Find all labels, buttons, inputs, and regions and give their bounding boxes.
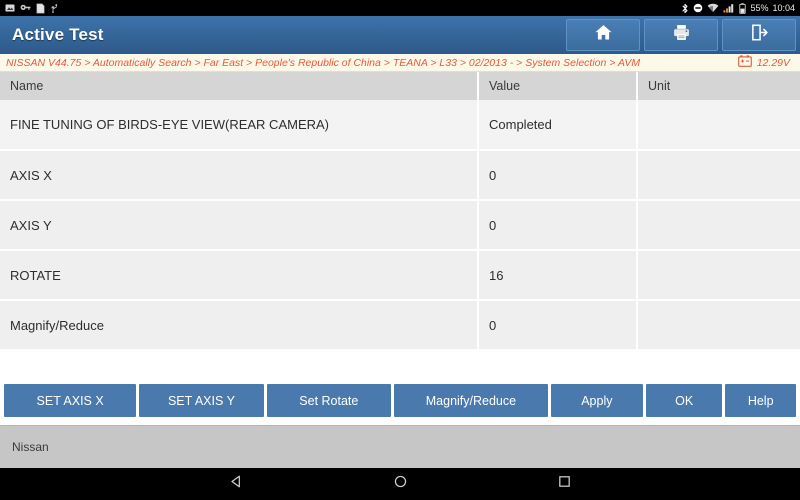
cell-name: AXIS X <box>0 150 479 201</box>
tablet-screen: 55% 10:04 Active Test NISSAN V44.75 > Au… <box>0 0 800 500</box>
set-rotate-button[interactable]: Set Rotate <box>266 384 392 417</box>
nav-recents-key[interactable] <box>547 471 581 497</box>
android-status-bar: 55% 10:04 <box>0 0 800 16</box>
home-icon <box>594 23 613 47</box>
cell-value: 0 <box>478 300 638 351</box>
table-body: FINE TUNING OF BIRDS-EYE VIEW(REAR CAMER… <box>0 100 800 351</box>
printer-icon <box>672 23 691 47</box>
square-icon <box>557 474 572 494</box>
table-row[interactable]: AXIS Y 0 <box>0 200 800 251</box>
voltage-indicator: 12.29V <box>737 54 794 72</box>
wifi-icon <box>707 3 719 13</box>
app-title-bar: Active Test <box>0 16 800 54</box>
column-header-name: Name <box>0 72 479 100</box>
do-not-disturb-icon <box>693 3 703 13</box>
home-button[interactable] <box>566 19 640 51</box>
cell-value: 16 <box>478 250 638 301</box>
cell-unit <box>637 100 800 151</box>
android-navigation-bar <box>0 468 800 500</box>
cell-unit <box>637 150 800 201</box>
bluetooth-icon <box>681 3 689 14</box>
breadcrumb-path: NISSAN V44.75 > Automatically Search > F… <box>6 56 641 69</box>
table-row[interactable]: FINE TUNING OF BIRDS-EYE VIEW(REAR CAMER… <box>0 100 800 151</box>
clock-label: 10:04 <box>772 2 795 13</box>
status-footer: Nissan <box>0 425 800 468</box>
table-row[interactable]: AXIS X 0 <box>0 150 800 201</box>
active-test-table: Name Value Unit FINE TUNING OF BIRDS-EYE… <box>0 72 800 351</box>
cell-value: 0 <box>478 150 638 201</box>
cell-value: Completed <box>478 100 638 151</box>
set-axis-x-button[interactable]: SET AXIS X <box>4 384 137 417</box>
magnify-reduce-button[interactable]: Magnify/Reduce <box>394 384 548 417</box>
nav-home-key[interactable] <box>383 471 417 497</box>
cell-name: ROTATE <box>0 250 479 301</box>
breadcrumb: NISSAN V44.75 > Automatically Search > F… <box>0 54 800 72</box>
ok-button[interactable]: OK <box>645 384 723 417</box>
cell-name: AXIS Y <box>0 200 479 251</box>
nav-back-key[interactable] <box>219 471 253 497</box>
cell-value: 0 <box>478 200 638 251</box>
vehicle-make-label: Nissan <box>12 440 49 454</box>
help-button[interactable]: Help <box>725 384 796 417</box>
active-test-table-container: Name Value Unit FINE TUNING OF BIRDS-EYE… <box>0 72 800 353</box>
triangle-left-icon <box>229 474 244 494</box>
action-button-bar: SET AXIS X SET AXIS Y Set Rotate Magnify… <box>0 384 800 417</box>
page-title: Active Test <box>12 25 104 44</box>
usb-icon <box>50 3 61 13</box>
title-bar-actions <box>566 19 796 51</box>
car-battery-icon <box>737 54 752 72</box>
cell-unit <box>637 250 800 301</box>
apply-button[interactable]: Apply <box>550 384 643 417</box>
battery-icon <box>739 2 747 14</box>
table-header-row: Name Value Unit <box>0 72 800 100</box>
cell-unit <box>637 300 800 351</box>
status-bar-right-icons: 55% 10:04 <box>681 2 795 14</box>
cell-name: Magnify/Reduce <box>0 300 479 351</box>
voltage-value: 12.29V <box>756 56 790 69</box>
table-row[interactable]: ROTATE 16 <box>0 250 800 301</box>
screenshot-icon <box>5 3 15 13</box>
cellular-signal-icon <box>723 3 735 13</box>
sim-card-icon <box>36 3 45 14</box>
print-button[interactable] <box>644 19 718 51</box>
cell-name: FINE TUNING OF BIRDS-EYE VIEW(REAR CAMER… <box>0 100 479 151</box>
table-row[interactable]: Magnify/Reduce 0 <box>0 300 800 351</box>
battery-percent-label: 55% <box>750 2 769 13</box>
cell-unit <box>637 200 800 251</box>
status-bar-left-icons <box>5 3 61 14</box>
vpn-key-icon <box>20 3 31 13</box>
column-header-unit: Unit <box>637 72 800 100</box>
set-axis-y-button[interactable]: SET AXIS Y <box>139 384 264 417</box>
exit-door-icon <box>750 23 769 47</box>
circle-icon <box>393 474 408 494</box>
column-header-value: Value <box>478 72 638 100</box>
exit-button[interactable] <box>722 19 796 51</box>
